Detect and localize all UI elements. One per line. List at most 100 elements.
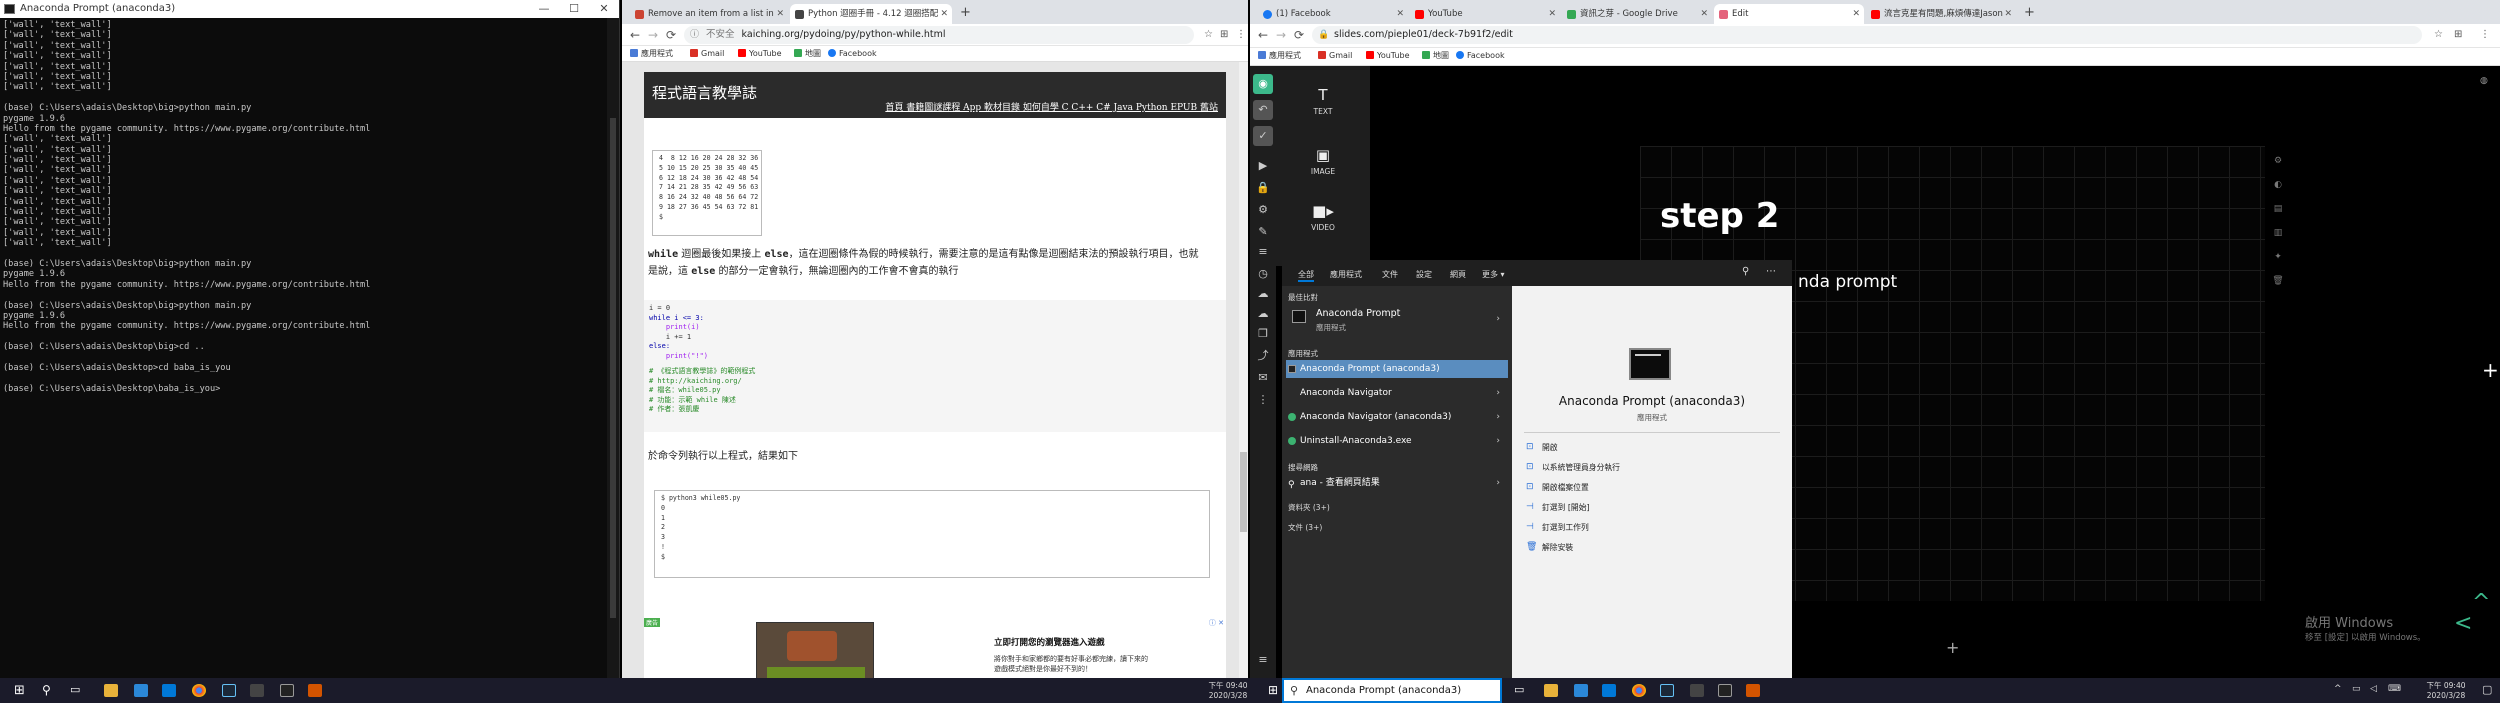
magic-icon[interactable]: ✦ [2270, 252, 2286, 262]
action-pin-taskbar[interactable]: ⊣ 釘選到工作列 [1526, 522, 1589, 533]
tab-youtube[interactable]: YouTube ✕ [1410, 4, 1560, 24]
reload-button[interactable]: ⟳ [1294, 27, 1304, 43]
site-title[interactable]: 程式語言教學誌 [652, 82, 757, 103]
extension-icon[interactable]: ⊞ [1220, 27, 1228, 43]
terminal-output[interactable]: ['wall', 'text_wall'] ['wall', 'text_wall… [0, 18, 619, 396]
bookmark-youtube[interactable]: YouTube [1366, 48, 1410, 64]
store-icon[interactable] [134, 684, 148, 697]
lock-icon[interactable]: 🔒 [1253, 178, 1273, 198]
minimize-button[interactable]: — [529, 0, 559, 18]
close-tab-icon[interactable]: ✕ [1852, 4, 1860, 24]
feedback-icon[interactable]: ⚲ [1742, 266, 1749, 277]
file-explorer-icon[interactable] [104, 684, 118, 697]
nav-up-icon[interactable]: ^ [2472, 590, 2490, 615]
tab-python-while[interactable]: Python 迴圈手冊 - 4.12 迴圈搭配 ✕ [790, 4, 952, 24]
brush-icon[interactable]: ✎ [1253, 222, 1273, 242]
filter-apps[interactable]: 應用程式 [1330, 269, 1362, 280]
terminal-icon[interactable] [1718, 684, 1732, 697]
keyboard-icon[interactable]: ⌨ [2388, 684, 2401, 694]
gear-icon[interactable]: ⚙ [2270, 156, 2286, 166]
slide-title[interactable]: step 2 [1660, 196, 1779, 236]
terminal-icon[interactable] [280, 684, 294, 697]
terminal-window[interactable]: Anaconda Prompt (anaconda3) — ☐ ✕ ['wall… [0, 0, 620, 678]
terminal-titlebar[interactable]: Anaconda Prompt (anaconda3) — ☐ ✕ [0, 0, 619, 18]
web-search-item[interactable]: ⚲ ana - 查看網頁結果 › [1286, 474, 1508, 492]
filter-docs[interactable]: 文件 [1382, 269, 1398, 280]
tab-google-drive[interactable]: 資訊之芽 - Google Drive ✕ [1562, 4, 1712, 24]
ad-game-image[interactable] [756, 622, 874, 678]
comment-icon[interactable]: ✉ [1253, 368, 1273, 388]
game-icon[interactable] [308, 684, 322, 697]
advertisement[interactable]: 廣告 ⓘ ✕ 立即打開您的瀏覽器進入遊戲 將你對手和家鄉都的要有好事必都完練，讀… [644, 618, 1226, 678]
more-icon[interactable]: ⋮ [1253, 390, 1273, 410]
chevron-right-icon[interactable]: › [1496, 314, 1500, 324]
steam-icon[interactable] [222, 684, 236, 697]
store-icon[interactable] [1574, 684, 1588, 697]
notifications-icon[interactable]: ▢ [2482, 683, 2492, 696]
search-icon[interactable]: ⚲ [42, 683, 51, 697]
new-tab-button[interactable]: + [960, 4, 971, 22]
app-icon[interactable] [1690, 684, 1704, 697]
filter-web[interactable]: 網頁 [1450, 269, 1466, 280]
chrome-icon[interactable] [1632, 684, 1646, 697]
tray-chevron-icon[interactable]: ^ [2334, 684, 2342, 694]
bookmark-maps[interactable]: 地圖 [1422, 48, 1449, 64]
app-item-uninstall[interactable]: Uninstall-Anaconda3.exe › [1286, 432, 1508, 450]
back-button[interactable]: ← [630, 27, 640, 43]
page-scrollbar[interactable] [1239, 62, 1248, 678]
menu-icon[interactable]: ⋮ [2480, 27, 2490, 43]
trash-icon[interactable]: 🗑 [2270, 276, 2286, 286]
chevron-right-icon[interactable]: › [1496, 384, 1500, 402]
undo-icon[interactable]: ↶ [1253, 100, 1273, 120]
close-tab-icon[interactable]: ✕ [1700, 4, 1708, 24]
chevron-right-icon[interactable]: › [1496, 474, 1500, 492]
add-slide-right-button[interactable]: + [2482, 358, 2499, 382]
bookmark-apps[interactable]: 應用程式 [1258, 48, 1301, 64]
check-icon[interactable]: ✓ [1253, 126, 1273, 146]
add-slide-below-button[interactable]: + [1946, 638, 1959, 657]
action-open-location[interactable]: ⊡ 開啟檔案位置 [1526, 482, 1589, 493]
taskbar-search-box[interactable]: ⚲ Anaconda Prompt (anaconda3) [1282, 678, 1502, 703]
app-item-anaconda-navigator3[interactable]: Anaconda Navigator (anaconda3) › [1286, 408, 1508, 426]
notes-icon[interactable]: ▤ [2270, 204, 2286, 214]
insert-video-button[interactable]: ■▸ VIDEO [1276, 202, 1370, 232]
mail-icon[interactable] [162, 684, 176, 697]
extension-icon[interactable]: ⊞ [2454, 27, 2462, 43]
address-bar[interactable]: ⓘ 不安全 kaiching.org/pydoing/py/python-whi… [684, 26, 1194, 44]
bookmark-maps[interactable]: 地圖 [794, 46, 821, 62]
chevron-right-icon[interactable]: › [1496, 432, 1500, 450]
app-item-anaconda-navigator[interactable]: Anaconda Navigator › [1286, 384, 1508, 402]
bookmark-gmail[interactable]: Gmail [690, 46, 724, 62]
new-tab-button[interactable]: + [2024, 4, 2035, 22]
task-view-icon[interactable]: ▭ [70, 683, 80, 696]
maximize-button[interactable]: ☐ [559, 0, 589, 18]
windows-start-icon[interactable]: ⊞ [14, 683, 25, 698]
reload-button[interactable]: ⟳ [666, 27, 676, 43]
cloud-upload-icon[interactable]: ☁ [1253, 304, 1273, 324]
share-icon[interactable]: ⤴ [1253, 346, 1273, 366]
action-open[interactable]: ⊡ 開啟 [1526, 442, 1558, 453]
filter-settings[interactable]: 設定 [1416, 269, 1432, 280]
clock-left[interactable]: 下午 09:40 2020/3/28 [1198, 681, 1258, 701]
terminal-scrollbar[interactable] [607, 18, 619, 678]
windows-start-icon[interactable]: ⊞ [1268, 683, 1278, 697]
tab-remove-item[interactable]: Remove an item from a list in ✕ [630, 4, 788, 24]
tab-facebook[interactable]: (1) Facebook ✕ [1258, 4, 1408, 24]
steam-icon[interactable] [1660, 684, 1674, 697]
clock-right[interactable]: 下午 09:40 2020/3/28 [2418, 681, 2474, 701]
chevron-right-icon[interactable]: › [1496, 408, 1500, 426]
action-uninstall[interactable]: 🗑 解除安裝 [1526, 542, 1573, 553]
action-run-as-admin[interactable]: ⊡ 以系統管理員身分執行 [1526, 462, 1620, 473]
file-explorer-icon[interactable] [1544, 684, 1558, 697]
volume-icon[interactable]: ◁ [2370, 684, 2377, 694]
ad-close-icon[interactable]: ⓘ ✕ [1209, 618, 1224, 628]
app-item-anaconda-prompt[interactable]: Anaconda Prompt (anaconda3) [1286, 360, 1508, 378]
close-tab-icon[interactable]: ✕ [776, 4, 784, 24]
layers-icon[interactable]: ≡ [1253, 242, 1273, 262]
insert-image-button[interactable]: ▣ IMAGE [1276, 146, 1370, 176]
back-button[interactable]: ← [1258, 27, 1268, 43]
game-icon[interactable] [1746, 684, 1760, 697]
bookmark-facebook[interactable]: Facebook [828, 46, 877, 62]
filter-more[interactable]: 更多 ▾ [1482, 269, 1505, 280]
close-tab-icon[interactable]: ✕ [1396, 4, 1404, 24]
